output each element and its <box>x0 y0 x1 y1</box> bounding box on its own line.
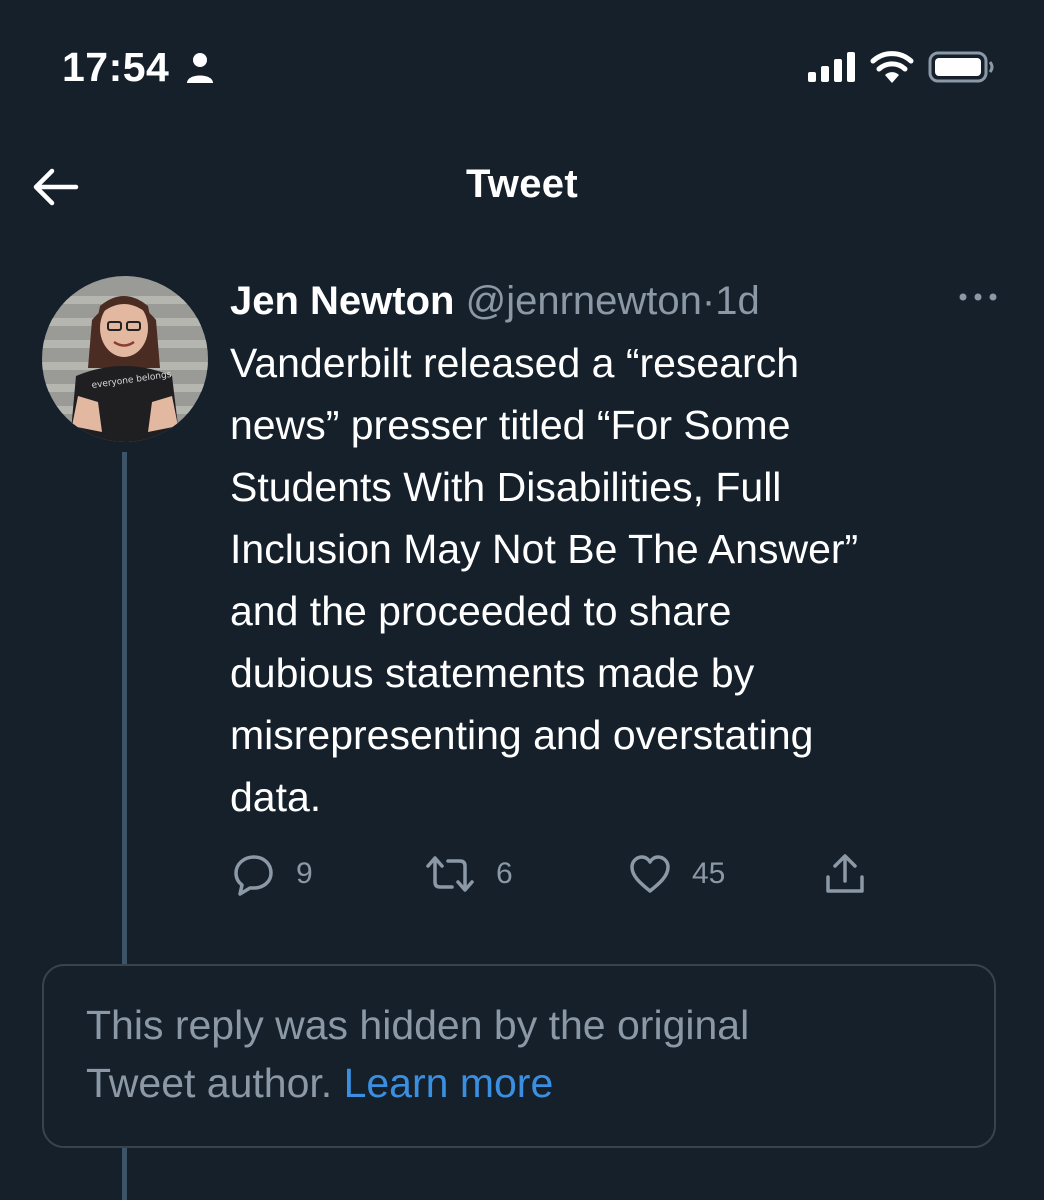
retweet-count: 6 <box>496 857 513 890</box>
more-options-button[interactable] <box>956 282 1000 312</box>
retweet-icon <box>426 856 474 892</box>
tweet-timestamp[interactable]: 1d <box>715 279 760 323</box>
hidden-reply-text: This reply was hidden by the original Tw… <box>86 996 966 1112</box>
hidden-reply-notice: This reply was hidden by the original Tw… <box>42 964 996 1148</box>
reply-button[interactable]: 9 <box>232 848 313 900</box>
tweet-text-line: misrepresenting and overstating <box>230 712 814 758</box>
tweet-header: Jen Newton @jenrnewton·1d <box>230 274 760 328</box>
like-button[interactable]: 45 <box>628 848 725 900</box>
hidden-reply-message: This reply was hidden by the original <box>86 1002 750 1048</box>
wifi-icon <box>870 50 914 84</box>
hidden-reply-message-cont: Tweet author. <box>86 1060 333 1106</box>
page-title: Tweet <box>466 162 578 206</box>
avatar-photo: everyone belongs <box>42 276 208 442</box>
tweet-text: Vanderbilt released a “research news” pr… <box>230 332 1010 828</box>
tweet-text-line: news” presser titled “For Some <box>230 402 791 448</box>
status-time: 17:54 <box>62 44 170 90</box>
reply-icon <box>234 855 273 896</box>
cellular-signal-icon <box>808 52 856 82</box>
heart-icon <box>630 855 670 893</box>
tweet-text-line: Vanderbilt released a “research <box>230 340 799 386</box>
tweet-text-line: Inclusion May Not Be The Answer” <box>230 526 859 572</box>
tweet-text-line: data. <box>230 774 322 820</box>
separator-dot: · <box>701 279 716 323</box>
learn-more-link[interactable]: Learn more <box>344 1060 554 1106</box>
more-dots-icon <box>959 293 997 301</box>
author-handle[interactable]: @jenrnewton <box>466 279 702 323</box>
share-icon <box>826 854 864 893</box>
battery-icon <box>928 50 996 84</box>
tweet-text-line: and the proceeded to share <box>230 588 732 634</box>
avatar[interactable]: everyone belongs <box>42 276 208 442</box>
tweet-text-line: dubious statements made by <box>230 650 755 696</box>
retweet-button[interactable]: 6 <box>424 848 513 900</box>
tweet-text-line: Students With Disabilities, Full <box>230 464 782 510</box>
author-name[interactable]: Jen Newton <box>230 279 454 323</box>
share-button[interactable] <box>822 848 868 900</box>
like-count: 45 <box>692 857 726 890</box>
status-bar: 17:54 <box>0 0 1044 130</box>
person-icon <box>186 52 214 84</box>
reply-count: 9 <box>296 857 313 890</box>
